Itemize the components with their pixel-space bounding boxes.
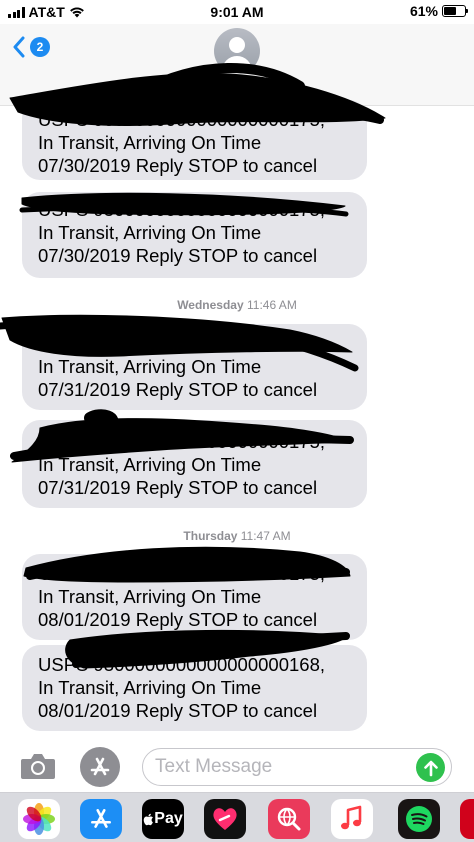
message-bubble[interactable]: USPS 9300000000000000000175, In Transit,… [22, 100, 367, 180]
digital-touch-app-button[interactable] [204, 799, 246, 839]
app-store-icon [90, 757, 110, 776]
app-store-app-button[interactable] [80, 799, 122, 839]
chevron-left-icon [13, 36, 25, 58]
message-line-3: 07/31/2019 Reply STOP to cancel [38, 477, 318, 498]
battery-icon [442, 5, 468, 17]
timestamp: Thursday 11:47 AM [0, 529, 474, 543]
message-line-2: In Transit, Arriving On Time [38, 586, 262, 607]
music-app-button[interactable] [331, 799, 373, 839]
spotify-app-button[interactable] [398, 799, 440, 839]
spotify-icon [406, 806, 432, 832]
avatar-body [222, 56, 252, 74]
conversation-header: 2 [0, 24, 474, 106]
message-input-field[interactable] [142, 748, 452, 786]
arrow-up-icon [423, 760, 438, 776]
unread-badge: 2 [30, 37, 50, 57]
clock: 9:01 AM [210, 4, 264, 20]
message-bubble[interactable]: USPS 9300000000000000000175, In Transit,… [22, 324, 367, 410]
app-store-icon [91, 809, 111, 828]
message-line-3: 07/31/2019 Reply STOP to cancel [38, 379, 318, 400]
message-line-1: USPS 9300000000000000000175, [38, 563, 326, 584]
battery-group: 61% [409, 3, 468, 19]
message-line-1: USPS 9300000000000000000175, [38, 333, 326, 354]
apple-pay-label: Pay [154, 810, 183, 827]
globe-search-icon [277, 807, 301, 831]
message-bubble[interactable]: USPS 9300000000000000000175, In Transit,… [22, 420, 367, 508]
message-line-3: 07/30/2019 Reply STOP to cancel [38, 155, 318, 176]
timestamp-day: Thursday [183, 529, 238, 543]
message-input[interactable] [155, 749, 405, 785]
message-line-1: USPS 9300000000000000000175, [38, 199, 326, 220]
message-bubble[interactable]: USPS 9300000000000000000175, In Transit,… [22, 192, 367, 278]
battery-percent: 61% [409, 3, 438, 19]
message-line-2: In Transit, Arriving On Time [38, 132, 262, 153]
photos-app-button[interactable] [18, 799, 60, 839]
message-line-1: USPS 9300000000000000000168, [38, 654, 326, 675]
message-bubble[interactable]: USPS 9300000000000000000175, In Transit,… [22, 554, 367, 640]
contact-avatar[interactable] [214, 28, 260, 74]
message-line-3: 07/30/2019 Reply STOP to cancel [38, 245, 318, 266]
message-bubble[interactable]: USPS 9300000000000000000168, In Transit,… [22, 645, 367, 731]
imessage-app-drawer: Pay [0, 792, 474, 842]
message-line-1: USPS 9300000000000000000175, [38, 109, 326, 130]
timestamp-time: 11:47 AM [240, 529, 291, 543]
message-line-2: In Transit, Arriving On Time [38, 356, 262, 377]
app-store-button[interactable] [80, 747, 120, 787]
camera-icon[interactable] [20, 751, 56, 781]
message-line-1: USPS 9300000000000000000175, [38, 431, 326, 452]
message-line-2: In Transit, Arriving On Time [38, 677, 262, 698]
timestamp-day: Wednesday [177, 298, 244, 312]
timestamp-time: 11:46 AM [247, 298, 297, 312]
timestamp: Wednesday 11:46 AM [0, 298, 474, 312]
back-button[interactable]: 2 [12, 36, 50, 58]
music-note-icon [341, 805, 362, 830]
send-button[interactable] [416, 753, 445, 782]
message-line-3: 08/01/2019 Reply STOP to cancel [38, 609, 318, 630]
status-bar: AT&T 9:01 AM 61% [0, 0, 474, 24]
message-line-2: In Transit, Arriving On Time [38, 222, 262, 243]
avatar-head [229, 37, 245, 53]
images-search-app-button[interactable] [268, 799, 310, 839]
photos-icon [23, 803, 55, 835]
heart-icon [213, 808, 237, 830]
apple-pay-app-button[interactable]: Pay [142, 799, 184, 839]
message-line-2: In Transit, Arriving On Time [38, 454, 262, 475]
battery-fill [444, 7, 457, 15]
apple-logo-icon [144, 813, 154, 825]
message-line-3: 08/01/2019 Reply STOP to cancel [38, 700, 318, 721]
more-apps-button[interactable] [460, 799, 474, 839]
